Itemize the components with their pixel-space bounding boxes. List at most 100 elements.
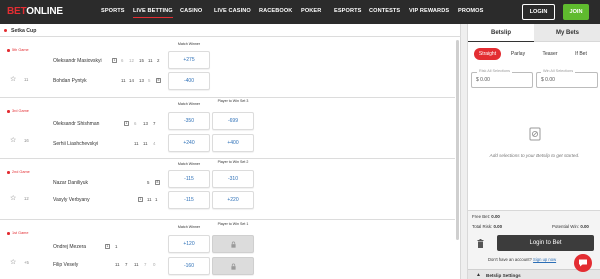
odds-button-locked xyxy=(212,235,254,253)
set-score: 15 xyxy=(139,58,144,63)
odds-button[interactable]: -115 xyxy=(168,170,210,188)
signup-link[interactable]: Sign up now xyxy=(533,257,556,262)
favorite-star-icon[interactable]: ☆ xyxy=(10,259,16,266)
game-period: 3rd Game xyxy=(12,109,29,113)
game-id: +5 xyxy=(24,260,29,265)
set-score: 13 xyxy=(143,121,148,126)
favorite-star-icon[interactable]: ☆ xyxy=(10,137,16,144)
empty-betslip-text: Add selections to your Betslip to get st… xyxy=(489,153,580,158)
brand-logo-part1: BET xyxy=(7,6,27,17)
set-score: 7 xyxy=(153,121,156,126)
nav-promos[interactable]: PROMOS xyxy=(458,8,483,14)
join-button[interactable]: JOIN xyxy=(563,4,589,20)
set-score: 14 xyxy=(129,78,134,83)
player-name: Serhii Liashchevskyi xyxy=(53,141,99,147)
nav-live-betting[interactable]: LIVE BETTING xyxy=(133,8,173,18)
signup-prompt: Don't have an account? Sign up now xyxy=(488,257,556,262)
market-label: Match Winner xyxy=(177,225,201,229)
set-score: 11 xyxy=(134,262,139,267)
tab-my-bets[interactable]: My Bets xyxy=(534,24,600,42)
set-score-boxed: 8 xyxy=(155,180,160,185)
caret-up-icon: ▲ xyxy=(476,272,481,278)
serve-indicator: 1 xyxy=(112,58,117,63)
top-nav: BETONLINE SPORTS LIVE BETTING CASINO LIV… xyxy=(0,0,600,24)
game-period: 5th Game xyxy=(12,48,29,52)
nav-sports[interactable]: SPORTS xyxy=(101,8,125,14)
live-dot-icon xyxy=(7,49,10,52)
odds-button[interactable]: +400 xyxy=(212,134,254,152)
odds-button[interactable]: +240 xyxy=(168,134,210,152)
market-label: Match Winner xyxy=(177,42,201,46)
odds-button[interactable]: -699 xyxy=(212,112,254,130)
player-name: Oleksandr Masiovskyi xyxy=(53,58,102,64)
bet-type-straight[interactable]: Straight xyxy=(474,48,501,60)
nav-racebook[interactable]: RACEBOOK xyxy=(259,8,292,14)
win-all-label: Win All Selections xyxy=(541,69,576,73)
favorite-star-icon[interactable]: ☆ xyxy=(10,76,16,83)
odds-button[interactable]: -400 xyxy=(168,72,210,90)
game-row: 5th Game ☆ 11 Match Winner Oleksandr Mas… xyxy=(0,38,455,98)
nav-live-casino[interactable]: LIVE CASINO xyxy=(214,8,251,14)
set-score: 11 xyxy=(147,197,152,202)
betslip-tabs: Betslip My Bets xyxy=(468,24,600,42)
set-score: 13 xyxy=(139,78,144,83)
odds-button[interactable]: +275 xyxy=(168,51,210,69)
odds-button[interactable]: +120 xyxy=(168,235,210,253)
competition-header[interactable]: Setka Cup xyxy=(0,26,461,37)
odds-button[interactable]: -115 xyxy=(168,191,210,209)
empty-betslip-icon xyxy=(529,127,541,141)
set-score: 6 xyxy=(134,121,137,126)
market-label: Match Winner xyxy=(177,162,201,166)
chat-bubble-icon xyxy=(579,259,587,267)
login-button[interactable]: LOGIN xyxy=(522,4,555,20)
odds-button[interactable]: -350 xyxy=(168,112,210,130)
game-row: 1st Game ☆ +5 Match Winner Player to Win… xyxy=(0,221,455,279)
game-period: 2nd Game xyxy=(12,170,30,174)
player-name: Nazar Daniliyuk xyxy=(53,180,89,186)
nav-esports[interactable]: ESPORTS xyxy=(334,8,361,14)
set-score: 0 xyxy=(153,262,156,267)
live-events-panel: Setka Cup 5th Game ☆ 11 Match Winner Ole… xyxy=(0,24,461,279)
risk-all-input[interactable]: $ 0.00 xyxy=(471,72,533,88)
serve-indicator: 1 xyxy=(105,244,110,249)
tab-betslip[interactable]: Betslip xyxy=(468,24,534,42)
betslip-panel: Betslip My Bets Straight Parlay Teaser I… xyxy=(467,24,600,279)
brand-logo[interactable]: BETONLINE xyxy=(7,6,63,17)
odds-button[interactable]: -160 xyxy=(168,257,210,275)
market-label: Player to Win Set 1 xyxy=(217,222,249,226)
bet-type-parlay[interactable]: Parlay xyxy=(506,48,530,60)
total-risk-row: Total Risk: 0.00 xyxy=(472,224,502,229)
bet-type-if-bet[interactable]: If Bet xyxy=(569,48,593,60)
signup-text: Don't have an account? xyxy=(488,257,532,262)
odds-button[interactable]: -310 xyxy=(212,170,254,188)
game-row: 2nd Game ☆ 12 Match Winner Player to Win… xyxy=(0,160,455,220)
trash-icon[interactable] xyxy=(477,239,484,248)
set-score: 11 xyxy=(121,78,126,83)
potential-win-label: Potential Win: xyxy=(552,224,580,229)
scrollbar[interactable] xyxy=(456,40,459,240)
nav-casino[interactable]: CASINO xyxy=(180,8,202,14)
nav-contests[interactable]: CONTESTS xyxy=(369,8,400,14)
game-period: 1st Game xyxy=(12,231,29,235)
set-score: 11 xyxy=(143,141,148,146)
set-score: 4 xyxy=(153,141,156,146)
set-score: 7 xyxy=(125,262,128,267)
nav-vip-rewards[interactable]: VIP REWARDS xyxy=(409,8,449,14)
bet-type-teaser[interactable]: Teaser xyxy=(537,48,563,60)
player-name: Oleksandr Shishman xyxy=(53,121,100,127)
player-name: Bohdan Pyntyk xyxy=(53,78,87,84)
nav-poker[interactable]: POKER xyxy=(301,8,321,14)
set-score: 5 xyxy=(147,180,150,185)
betslip-settings-label: Betslip Settings xyxy=(486,273,521,278)
odds-button[interactable]: +220 xyxy=(212,191,254,209)
serve-indicator: 1 xyxy=(124,121,129,126)
chat-button[interactable] xyxy=(574,254,592,272)
lock-icon xyxy=(231,241,236,248)
login-to-bet-button[interactable]: Login to Bet xyxy=(497,235,594,251)
favorite-star-icon[interactable]: ☆ xyxy=(10,195,16,202)
win-all-input[interactable]: $ 0.00 xyxy=(536,72,598,88)
total-risk-label: Total Risk: xyxy=(472,224,493,229)
free-bet-value: 0.00 xyxy=(491,214,500,219)
game-row: 3rd Game ☆ 16 Match Winner Player to Win… xyxy=(0,99,455,159)
set-score: 7 xyxy=(144,262,147,267)
